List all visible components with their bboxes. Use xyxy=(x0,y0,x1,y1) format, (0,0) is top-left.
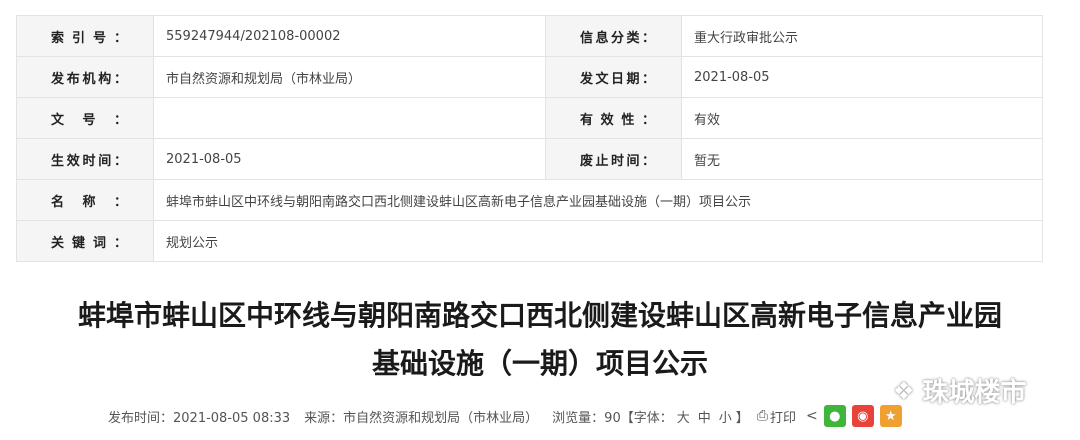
font-size-small-button[interactable]: 小 xyxy=(719,407,732,426)
name-label: 名称： xyxy=(16,179,154,221)
expiry-date-value: 暂无 xyxy=(681,138,1043,180)
wechat-icon: ❖ xyxy=(893,376,915,405)
publisher-value: 市自然资源和规划局（市林业局） xyxy=(153,56,546,98)
expiry-date-label: 废止时间： xyxy=(545,138,682,180)
article-meta: 发布时间：2021-08-05 08:33 来源：市自然资源和规划局（市林业局）… xyxy=(108,405,908,427)
favorite-star-icon[interactable]: ★ xyxy=(879,405,902,427)
document-number-label: 文号： xyxy=(16,97,154,139)
font-size-medium-button[interactable]: 中 xyxy=(698,407,711,426)
source: 来源：市自然资源和规划局（市林业局） xyxy=(304,410,539,426)
index-number-value: 559247944/202108-00002 xyxy=(153,15,546,57)
wechat-share-icon[interactable]: ● xyxy=(823,405,846,427)
category-value: 重大行政审批公示 xyxy=(681,15,1043,57)
issue-date-value: 2021-08-05 xyxy=(681,56,1043,98)
index-number-label: 索引号： xyxy=(16,15,154,57)
print-button[interactable]: 打印 xyxy=(770,407,796,426)
keywords-value: 规划公示 xyxy=(153,220,1043,262)
table-row: 索引号： 559247944/202108-00002 信息分类： 重大行政审批… xyxy=(16,15,1043,57)
article-title-line-1: 蚌埠市蚌山区中环线与朝阳南路交口西北侧建设蚌山区高新电子信息产业园 xyxy=(77,299,1002,332)
validity-value: 有效 xyxy=(681,97,1043,139)
document-number-value xyxy=(153,97,546,139)
info-table: 索引号： 559247944/202108-00002 信息分类： 重大行政审批… xyxy=(16,15,1043,262)
category-label: 信息分类： xyxy=(545,15,682,57)
printer-icon[interactable]: ⎙ xyxy=(757,408,768,424)
name-value: 蚌埠市蚌山区中环线与朝阳南路交口西北侧建设蚌山区高新电子信息产业园基础设施（一期… xyxy=(153,179,1043,221)
table-row: 文号： 有效性： 有效 xyxy=(16,97,1043,139)
font-size-prefix: 【字体： xyxy=(620,410,673,426)
keywords-label: 关键词： xyxy=(16,220,154,262)
table-row: 关键词： 规划公示 xyxy=(16,220,1043,262)
weibo-share-icon[interactable]: ◉ xyxy=(851,405,874,427)
effective-date-label: 生效时间： xyxy=(16,138,154,180)
issue-date-label: 发文日期： xyxy=(545,56,682,98)
publish-time: 发布时间：2021-08-05 08:33 xyxy=(108,410,291,426)
view-count: 浏览量：90 xyxy=(552,410,621,426)
effective-date-value: 2021-08-05 xyxy=(153,138,546,180)
publisher-label: 发布机构： xyxy=(16,56,154,98)
table-row: 发布机构： 市自然资源和规划局（市林业局） 发文日期： 2021-08-05 xyxy=(16,56,1043,98)
font-size-large-button[interactable]: 大 xyxy=(677,407,690,426)
watermark: ❖ 珠城楼市 xyxy=(893,372,1027,409)
share-icon[interactable]: < xyxy=(806,408,818,424)
validity-label: 有效性： xyxy=(545,97,682,139)
font-size-suffix: 】 xyxy=(735,410,749,426)
table-row: 名称： 蚌埠市蚌山区中环线与朝阳南路交口西北侧建设蚌山区高新电子信息产业园基础设… xyxy=(16,179,1043,221)
table-row: 生效时间： 2021-08-05 废止时间： 暂无 xyxy=(16,138,1043,180)
watermark-text: 珠城楼市 xyxy=(922,378,1027,408)
